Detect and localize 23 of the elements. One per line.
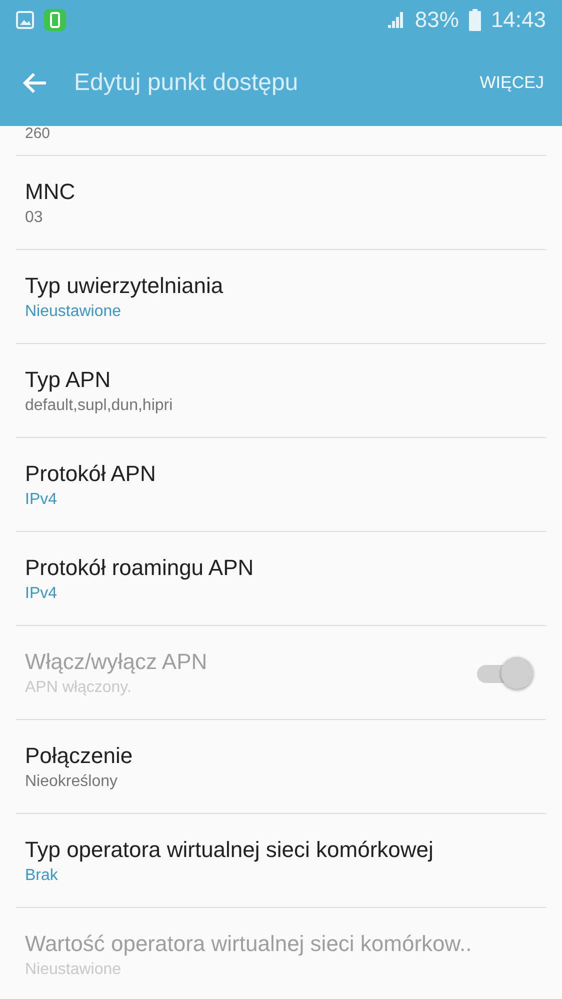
setting-value: IPv4	[25, 490, 58, 508]
phone-icon	[44, 9, 66, 31]
setting-title[interactable]: MNC	[25, 178, 76, 204]
setting-title[interactable]: Połączenie	[25, 742, 133, 768]
back-arrow-icon[interactable]	[22, 72, 48, 94]
clock: 14:43	[490, 7, 546, 33]
setting-value: 03	[25, 208, 43, 226]
battery-percent: 83%	[414, 7, 459, 33]
signal-icon	[386, 11, 405, 29]
setting-title[interactable]: Typ APN	[25, 366, 111, 392]
setting-value: 260	[25, 126, 52, 142]
toolbar-title: Edytuj punkt dostępu	[74, 69, 300, 97]
image-icon	[16, 11, 34, 29]
setting-title[interactable]: Protokół APN	[25, 460, 156, 486]
setting-value: Nieokreślony	[25, 772, 118, 790]
setting-title[interactable]: Typ uwierzytelniania	[25, 272, 224, 298]
setting-title[interactable]: Typ operatora wirtualnej sieci komórkowej	[25, 836, 434, 862]
battery-icon	[468, 9, 481, 31]
setting-title[interactable]: Protokół roamingu APN	[25, 554, 254, 580]
setting-value: default,supl,dun,hipri	[25, 396, 173, 414]
setting-value: Nieustawione	[25, 302, 122, 320]
setting-value: Brak	[25, 866, 58, 884]
setting-value: IPv4	[25, 584, 58, 602]
